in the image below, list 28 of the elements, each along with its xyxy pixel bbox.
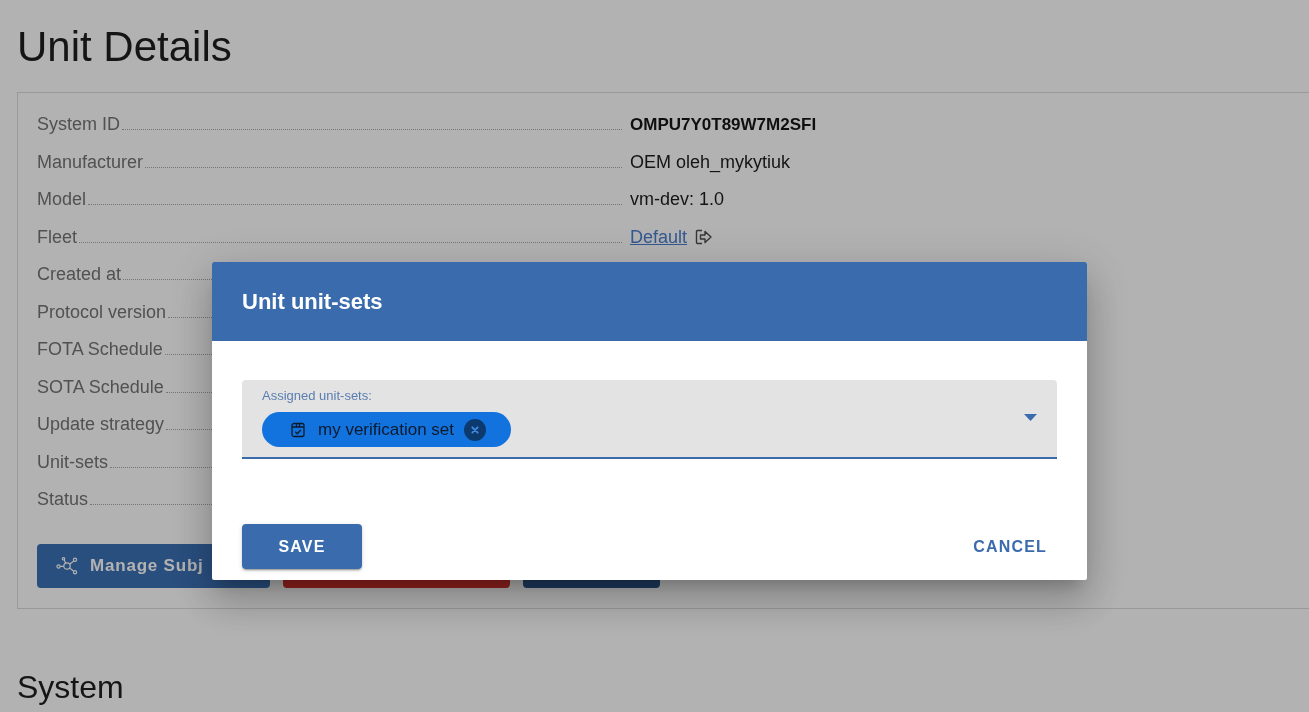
chip-label: my verification set (318, 419, 455, 440)
section-title: System (17, 668, 124, 706)
unit-sets-select[interactable]: Assigned unit-sets: my verification set (242, 380, 1057, 459)
field-label: Protocol version (37, 301, 167, 323)
calendar-check-icon (291, 421, 305, 438)
network-icon (56, 556, 78, 575)
page-title: Unit Details (17, 23, 232, 71)
field-label: Status (37, 489, 89, 511)
value-link[interactable]: Default (630, 226, 688, 248)
field-value: OEM oleh_mykytiuk (630, 151, 791, 173)
field-label: Manufacturer (37, 151, 144, 173)
close-icon[interactable] (464, 418, 487, 441)
field-label: Fleet (37, 226, 78, 248)
field-label: Unit-sets (37, 451, 108, 473)
field-label: Created at (37, 264, 122, 286)
field-label: Model (37, 189, 87, 211)
field-label: Update strategy (37, 414, 165, 436)
field-label: SOTA Schedule (37, 376, 164, 398)
field-value: OMPU7Y0T89W7M2SFI (630, 114, 817, 135)
save-button[interactable]: SAVE (242, 524, 362, 569)
field-label: System ID (37, 114, 120, 136)
cancel-button[interactable]: CANCEL (963, 524, 1057, 569)
box-arrow-icon[interactable] (695, 229, 713, 246)
field-value: vm-dev: 1.0 (630, 189, 725, 211)
field-label: FOTA Schedule (37, 339, 163, 361)
dialog-title: Unit unit-sets (242, 288, 383, 315)
caret-icon[interactable] (1024, 414, 1037, 421)
field-label: Assigned unit-sets: (262, 388, 372, 404)
